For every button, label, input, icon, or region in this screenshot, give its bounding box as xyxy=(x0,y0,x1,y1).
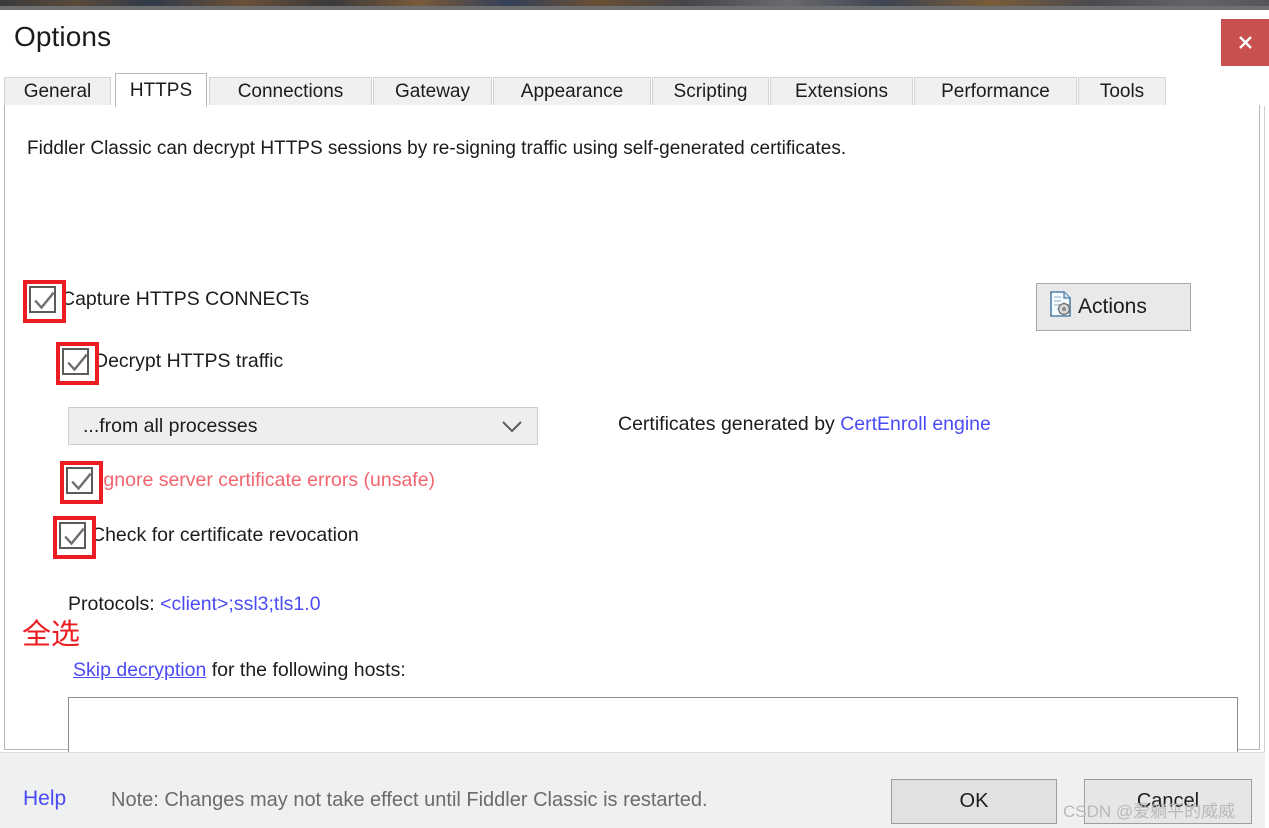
checkmark-icon xyxy=(67,353,88,372)
checkbox-label: Ignore server certificate errors (unsafe… xyxy=(98,469,436,491)
checkbox-ignore-server-certificate-errors[interactable] xyxy=(66,467,93,494)
tab-general[interactable]: General xyxy=(4,77,111,106)
protocols-label: Protocols: xyxy=(68,593,161,615)
checkbox-row-decrypt-https-traffic[interactable]: Decrypt HTTPS traffic xyxy=(62,348,283,375)
checkbox-capture-https-connects[interactable] xyxy=(29,286,56,313)
tab-connections[interactable]: Connections xyxy=(209,77,372,106)
process-filter-value: ...from all processes xyxy=(83,414,258,437)
tab-label: Gateway xyxy=(395,81,470,102)
actions-button[interactable]: Actions xyxy=(1036,283,1191,331)
skip-decryption-link[interactable]: Skip decryption xyxy=(73,659,206,681)
title-bar: Options xyxy=(0,10,1269,72)
close-icon[interactable] xyxy=(1221,19,1269,66)
checkbox-label: Decrypt HTTPS traffic xyxy=(94,350,284,372)
tab-label: Appearance xyxy=(520,81,624,102)
checkbox-label: Capture HTTPS CONNECTs xyxy=(61,288,310,310)
protocols-value-link[interactable]: <client>;ssl3;tls1.0 xyxy=(160,593,320,615)
certificate-engine-prefix: Certificates generated by xyxy=(618,413,841,435)
select-all-annotation: 全选 xyxy=(22,617,81,651)
tab-label: General xyxy=(23,81,92,102)
tab-strip: General HTTPS Connections Gateway Appearance… xyxy=(0,72,1265,107)
close-glyph xyxy=(1238,36,1252,49)
page-title: Options xyxy=(14,21,112,52)
checkbox-label: Check for certificate revocation xyxy=(91,524,359,546)
checkbox-row-check-for-certificate-revocation[interactable]: Check for certificate revocation xyxy=(59,522,359,549)
tab-appearance[interactable]: Appearance xyxy=(493,77,651,106)
screen: Options General HTTPS Connections Gateway Ap… xyxy=(0,0,1269,828)
checkbox-row-capture-https-connects[interactable]: Capture HTTPS CONNECTs xyxy=(29,286,309,313)
tab-label: Connections xyxy=(237,81,344,102)
csdn-watermark: CSDN @爱躺平的威威 xyxy=(1063,802,1236,821)
tab-label: Scripting xyxy=(673,81,748,102)
tab-performance[interactable]: Performance xyxy=(914,77,1077,106)
intro-description: Fiddler Classic can decrypt HTTPS sessio… xyxy=(27,138,847,159)
tab-label: Extensions xyxy=(795,81,888,102)
checkbox-row-ignore-server-certificate-errors[interactable]: Ignore server certificate errors (unsafe… xyxy=(66,467,435,494)
tab-label: Tools xyxy=(1099,81,1145,102)
certenroll-engine-link[interactable]: CertEnroll engine xyxy=(840,413,991,435)
tab-https[interactable]: HTTPS xyxy=(115,73,207,107)
certificate-engine-note: Certificates generated by CertEnroll eng… xyxy=(618,413,991,436)
tab-label: HTTPS xyxy=(129,79,193,101)
protocols-row: Protocols: <client>;ssl3;tls1.0 xyxy=(68,593,321,616)
tab-tools[interactable]: Tools xyxy=(1078,77,1166,106)
checkmark-icon xyxy=(34,291,55,310)
options-dialog: Options General HTTPS Connections Gateway Ap… xyxy=(0,10,1269,828)
tab-label: Performance xyxy=(941,81,1050,102)
skip-decryption-row: Skip decryption for the following hosts: xyxy=(73,659,406,682)
checkbox-check-for-certificate-revocation[interactable] xyxy=(59,522,86,549)
tab-gateway[interactable]: Gateway xyxy=(373,77,492,106)
help-link[interactable]: Help xyxy=(23,787,66,811)
skip-decryption-rest: for the following hosts: xyxy=(206,659,406,681)
chevron-down-icon xyxy=(501,420,523,439)
checkbox-decrypt-https-traffic[interactable] xyxy=(62,348,89,375)
process-filter-dropdown[interactable]: ...from all processes xyxy=(68,407,538,445)
ok-button[interactable]: OK xyxy=(891,779,1057,824)
checkmark-icon xyxy=(64,527,85,546)
restart-note: Note: Changes may not take effect until … xyxy=(111,789,708,811)
tab-scripting[interactable]: Scripting xyxy=(652,77,769,106)
certificate-actions-icon xyxy=(1049,291,1074,323)
tab-extensions[interactable]: Extensions xyxy=(770,77,913,106)
https-tab-panel: Fiddler Classic can decrypt HTTPS sessio… xyxy=(4,105,1260,828)
checkmark-icon xyxy=(71,472,92,491)
actions-button-label: Actions xyxy=(1078,295,1147,318)
